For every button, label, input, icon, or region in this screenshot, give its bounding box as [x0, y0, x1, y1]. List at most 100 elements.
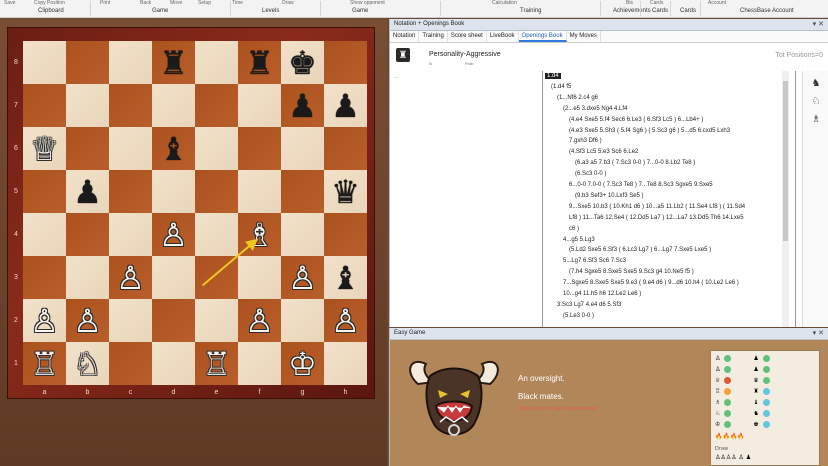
ribbon-item-back[interactable]: Back [140, 0, 151, 6]
square-h4[interactable] [324, 213, 367, 256]
ribbon-item-calculation[interactable]: Calculation [492, 0, 517, 6]
white-rook-icon[interactable]: ♖ [195, 342, 238, 385]
square-f5[interactable] [238, 170, 281, 213]
square-a8[interactable] [23, 41, 66, 84]
square-a3[interactable] [23, 256, 66, 299]
square-b7[interactable] [66, 84, 109, 127]
square-e5[interactable] [195, 170, 238, 213]
white-pawn-icon[interactable]: ♙ [324, 299, 367, 342]
scroll-thumb[interactable] [783, 81, 788, 241]
square-h6[interactable] [324, 127, 367, 170]
tree-line[interactable]: (6.a3 a5 7.b3 ( 7.Sc3 0-0 ) 7...0-0 8.Lb… [575, 160, 695, 166]
square-c7[interactable] [109, 84, 152, 127]
tree-line[interactable]: (4.e3 Sxe5 5.Sh3 ( 5.f4 Sg6 ) ( 5.Sc3 g6… [569, 128, 730, 134]
square-c8[interactable] [109, 41, 152, 84]
square-c6[interactable] [109, 127, 152, 170]
ribbon-item-print[interactable]: Print [100, 0, 110, 6]
tree-line[interactable]: (5.Ld2 Sxe5 6.Sf3 ( 6.Lc3 Lg7 ) 6...Lg7 … [569, 247, 711, 253]
ribbon-item-time[interactable]: Time [232, 0, 243, 6]
tree-line[interactable]: (5.Le3 0-0 ) [563, 313, 594, 319]
black-bishop-icon[interactable]: ♝ [324, 256, 367, 299]
square-e8[interactable] [195, 41, 238, 84]
square-b4[interactable] [66, 213, 109, 256]
tree-scrollbar[interactable] [782, 71, 789, 327]
square-c5[interactable] [109, 170, 152, 213]
tab-my-moves[interactable]: My Moves [567, 31, 601, 42]
square-e4[interactable] [195, 213, 238, 256]
login-hint[interactable]: Please log in to earn achievements! [518, 406, 597, 412]
white-knight-icon[interactable]: ♘ [66, 342, 109, 385]
square-d5[interactable] [152, 170, 195, 213]
ribbon-item-save[interactable]: Save [4, 0, 15, 6]
square-d7[interactable] [152, 84, 195, 127]
square-e2[interactable] [195, 299, 238, 342]
white-pawn-icon[interactable]: ♙ [23, 299, 66, 342]
square-c4[interactable] [109, 213, 152, 256]
square-b8[interactable] [66, 41, 109, 84]
square-f6[interactable] [238, 127, 281, 170]
square-d1[interactable] [152, 342, 195, 385]
square-a7[interactable] [23, 84, 66, 127]
ribbon-item-copy-position[interactable]: Copy Position [34, 0, 65, 6]
ribbon-item-account[interactable]: Account [708, 0, 726, 6]
black-queen-icon[interactable]: ♛ [324, 170, 367, 213]
tree-line[interactable]: 7.gxh3 Df6 ) [569, 138, 602, 144]
white-king-icon[interactable]: ♔ [281, 342, 324, 385]
book-white-icon[interactable]: ♘ [810, 95, 822, 107]
tree-line[interactable]: 5...Lg7 6.Sf3 Sc6 7.Sc3 [563, 258, 626, 264]
square-h1[interactable] [324, 342, 367, 385]
ribbon-item-show-opponent[interactable]: Show opponent [350, 0, 385, 6]
square-b3[interactable] [66, 256, 109, 299]
white-pawn-icon[interactable]: ♙ [66, 299, 109, 342]
square-f7[interactable] [238, 84, 281, 127]
tree-line[interactable]: 7...Sgxe5 8.Sxe5 Sxe5 9.e3 ( 9.e4 d6 ) 9… [563, 280, 739, 286]
black-rook-icon[interactable]: ♜ [152, 41, 195, 84]
ribbon-item-move[interactable]: Move [170, 0, 182, 6]
ribbon-item-bis[interactable]: Bis [626, 0, 633, 6]
tab-openings-book[interactable]: Openings Book [518, 31, 567, 42]
square-g5[interactable] [281, 170, 324, 213]
chess-board[interactable]: ♜ ♜ ♚ ♟ ♟ ♕ ♝ ♟ ♛ ♙ ♗ ♙ ♙ ♝ ♙ ♙ ♙ ♙ ♖ ♘ ♖ ♔ [23, 41, 367, 385]
square-e7[interactable] [195, 84, 238, 127]
square-d2[interactable] [152, 299, 195, 342]
square-d3[interactable] [152, 256, 195, 299]
tree-line[interactable]: 1.d4 [545, 73, 561, 79]
square-b6[interactable] [66, 127, 109, 170]
square-a5[interactable] [23, 170, 66, 213]
white-rook-icon[interactable]: ♖ [23, 342, 66, 385]
square-e3[interactable] [195, 256, 238, 299]
square-f1[interactable] [238, 342, 281, 385]
square-a4[interactable] [23, 213, 66, 256]
book-bishop-icon[interactable]: ♗ [810, 113, 822, 125]
opening-tree[interactable]: 1.d4 (1.d4 f5 (1...Nf6 2.c4 g6 (2...e5 3.dx… [542, 71, 796, 327]
white-queen-icon[interactable]: ♕ [23, 127, 66, 170]
white-pawn-icon[interactable]: ♙ [109, 256, 152, 299]
square-g2[interactable] [281, 299, 324, 342]
tree-line[interactable]: 6...0-0 7.0-0 ( 7.Sc3 Te8 ) 7...Te8 8.Sc… [569, 182, 713, 188]
tab-livebook[interactable]: LiveBook [487, 31, 519, 42]
tree-line[interactable]: 4...g5 5.Lg3 [563, 237, 595, 243]
tree-line[interactable]: (4.Sf3 Lc5 5.e3 Sc6 6.Le2 [569, 149, 638, 155]
square-g6[interactable] [281, 127, 324, 170]
ribbon-item-cards[interactable]: Cards [650, 0, 663, 6]
panel-controls-icon[interactable]: ▾ ✕ [813, 20, 824, 28]
tab-notation[interactable]: Notation [390, 31, 420, 42]
tree-line[interactable]: (1...Nf6 2.c4 g6 [557, 95, 598, 101]
tree-line[interactable]: (9.b3 Sef3+ 10.Lxf3 Se5 ) [575, 193, 644, 199]
black-pawn-icon[interactable]: ♟ [324, 84, 367, 127]
square-e6[interactable] [195, 127, 238, 170]
tree-line[interactable]: (7.h4 Sgxe5 8.Sxe5 Sxe5 9.Sc3 g4 10.Ne5 … [569, 269, 694, 275]
white-pawn-icon[interactable]: ♙ [152, 213, 195, 256]
tree-line[interactable]: 3.Sc3 Lg7 4.e4 d6 5.Sf3 [557, 302, 621, 308]
black-king-icon[interactable]: ♚ [281, 41, 324, 84]
panel-controls-icon[interactable]: ▾ ✕ [813, 329, 824, 337]
tree-line[interactable]: (1.d4 f5 [551, 84, 571, 90]
tab-score-sheet[interactable]: Score sheet [448, 31, 487, 42]
tree-line[interactable]: 10...g4 11.h5 h6 12.Le2 Le6 ) [563, 291, 641, 297]
tree-line[interactable]: c6 ) [569, 226, 579, 232]
white-bishop-icon[interactable]: ♗ [238, 213, 281, 256]
white-pawn-icon[interactable]: ♙ [281, 256, 324, 299]
square-g4[interactable] [281, 213, 324, 256]
tab-training[interactable]: Training [419, 31, 448, 42]
square-f3[interactable] [238, 256, 281, 299]
